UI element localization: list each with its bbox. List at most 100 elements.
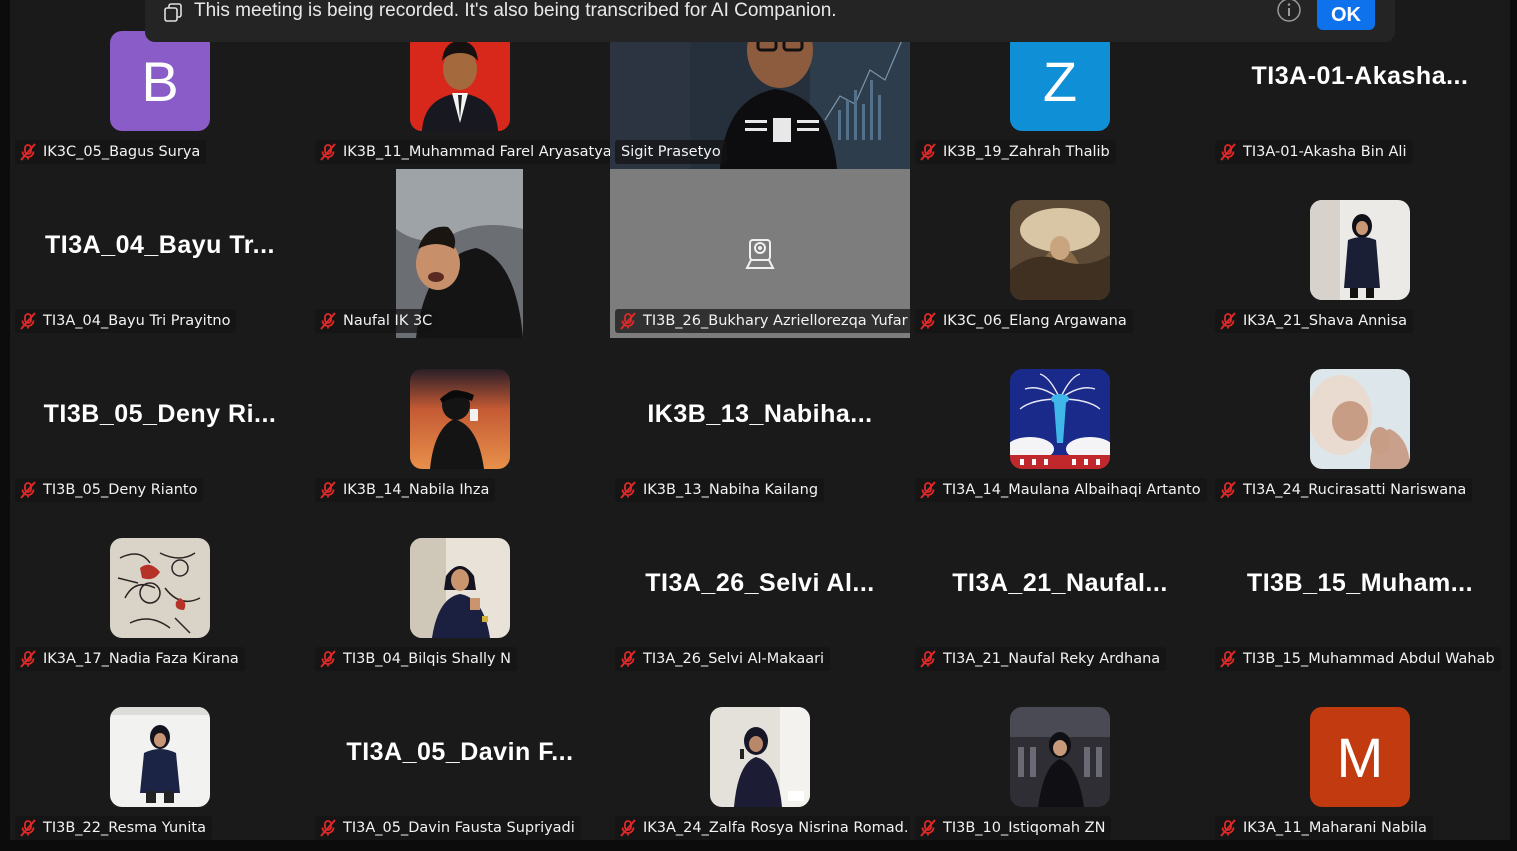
participant-name-label: IK3C_06_Elang Argawana bbox=[915, 309, 1133, 333]
participant-tile[interactable]: TI3B_22_Resma Yunita bbox=[10, 676, 310, 840]
participant-name-label: TI3A_04_Bayu Tri Prayitno bbox=[15, 309, 237, 333]
profile-photo bbox=[410, 538, 510, 638]
participant-display-name: TI3B_15_Muham... bbox=[1246, 569, 1474, 597]
mic-muted-icon bbox=[920, 650, 936, 668]
participant-tile[interactable]: IK3A_21_Shava Annisa bbox=[1210, 169, 1510, 338]
participant-tile[interactable]: M IK3A_11_Maharani Nabila bbox=[1210, 676, 1510, 840]
profile-photo bbox=[1310, 369, 1410, 469]
participant-name-label: IK3A_24_Zalfa Rosya Nisrina Romad... bbox=[615, 816, 910, 840]
info-icon[interactable] bbox=[1277, 0, 1301, 24]
participant-name-label: TI3A_24_Rucirasatti Nariswana bbox=[1215, 478, 1473, 502]
avatar: M bbox=[1310, 707, 1410, 807]
mic-muted-icon bbox=[20, 143, 36, 161]
gallery-view: B IK3C_05_Bagus Surya IK3B_11_Muhammad F… bbox=[10, 0, 1510, 840]
participant-name: IK3C_05_Bagus Surya bbox=[43, 144, 201, 160]
participant-name-label: TI3B_04_Bilqis Shally N bbox=[315, 647, 518, 671]
participant-name-label: TI3B_05_Deny Rianto bbox=[15, 478, 204, 502]
participant-name-label: TI3A_05_Davin Fausta Supriyadi bbox=[315, 816, 581, 840]
mic-muted-icon bbox=[320, 481, 336, 499]
participant-tile[interactable]: TI3A_26_Selvi Al... TI3A_26_Selvi Al-Mak… bbox=[610, 507, 910, 676]
participant-name-label: IK3A_17_Nadia Faza Kirana bbox=[15, 647, 245, 671]
mic-muted-icon bbox=[1220, 650, 1236, 668]
participant-tile[interactable]: IK3A_17_Nadia Faza Kirana bbox=[10, 507, 310, 676]
participant-name: IK3B_11_Muhammad Farel Aryasatya bbox=[343, 144, 610, 160]
profile-photo bbox=[1310, 200, 1410, 300]
participant-name: IK3B_14_Nabila Ihza bbox=[343, 482, 490, 498]
participant-name-label: IK3C_05_Bagus Surya bbox=[15, 140, 207, 164]
participant-name-label: TI3B_15_Muhammad Abdul Wahab bbox=[1215, 647, 1501, 671]
participant-name: TI3A_21_Naufal Reky Ardhana bbox=[943, 651, 1161, 667]
participant-tile[interactable]: TI3B_04_Bilqis Shally N bbox=[310, 507, 610, 676]
participant-name: TI3B_15_Muhammad Abdul Wahab bbox=[1243, 651, 1495, 667]
participant-tile[interactable]: Naufal IK 3C bbox=[310, 169, 610, 338]
participant-tile[interactable]: IK3C_06_Elang Argawana bbox=[910, 169, 1210, 338]
participant-tile[interactable]: TI3B_26_Bukhary Azriellorezqa Yufar bbox=[610, 169, 910, 338]
participant-display-name: IK3B_13_Nabiha... bbox=[647, 400, 873, 428]
camera-off-icon bbox=[745, 239, 775, 269]
participant-name: IK3A_11_Maharani Nabila bbox=[1243, 820, 1427, 836]
ok-button[interactable]: OK bbox=[1317, 0, 1375, 30]
participant-name-label: TI3A-01-Akasha Bin Ali bbox=[1215, 140, 1413, 164]
participant-name: IK3A_24_Zalfa Rosya Nisrina Romad... bbox=[643, 820, 910, 836]
participant-display-name: TI3A_05_Davin F... bbox=[346, 738, 574, 766]
participant-name: Sigit Prasetyo bbox=[621, 144, 721, 160]
participant-tile[interactable]: IK3B_13_Nabiha... IK3B_13_Nabiha Kailang bbox=[610, 338, 910, 507]
participant-name: IK3B_13_Nabiha Kailang bbox=[643, 482, 819, 498]
participant-name: TI3B_26_Bukhary Azriellorezqa Yufar bbox=[643, 313, 908, 329]
mic-muted-icon bbox=[320, 650, 336, 668]
participant-name: TI3A_14_Maulana Albaihaqi Artanto bbox=[943, 482, 1201, 498]
participant-display-name: TI3A_21_Naufal... bbox=[952, 569, 1168, 597]
participant-display-name: TI3A-01-Akasha... bbox=[1251, 62, 1469, 90]
mic-muted-icon bbox=[20, 481, 36, 499]
copy-icon bbox=[164, 3, 182, 22]
participant-name: TI3B_22_Resma Yunita bbox=[43, 820, 206, 836]
participant-name: TI3B_04_Bilqis Shally N bbox=[343, 651, 512, 667]
mic-muted-icon bbox=[20, 650, 36, 668]
participant-name-label: TI3A_14_Maulana Albaihaqi Artanto bbox=[915, 478, 1207, 502]
participant-tile[interactable]: TI3A_04_Bayu Tr... TI3A_04_Bayu Tri Pray… bbox=[10, 169, 310, 338]
participant-name-label: TI3B_26_Bukhary Azriellorezqa Yufar bbox=[615, 309, 910, 333]
participant-name: TI3B_05_Deny Rianto bbox=[43, 482, 198, 498]
participant-name-label: Naufal IK 3C bbox=[315, 309, 439, 333]
mic-muted-icon bbox=[620, 650, 636, 668]
mic-muted-icon bbox=[920, 312, 936, 330]
mic-muted-icon bbox=[320, 819, 336, 837]
mic-muted-icon bbox=[920, 481, 936, 499]
participant-name: TI3A_26_Selvi Al-Makaari bbox=[643, 651, 825, 667]
participant-name-label: TI3B_10_Istiqomah ZN bbox=[915, 816, 1112, 840]
participant-tile[interactable]: TI3B_05_Deny Ri... TI3B_05_Deny Rianto bbox=[10, 338, 310, 507]
participant-name-label: TI3B_22_Resma Yunita bbox=[15, 816, 212, 840]
participant-name-label: IK3B_14_Nabila Ihza bbox=[315, 478, 496, 502]
profile-photo bbox=[1010, 200, 1110, 300]
participant-tile[interactable]: IK3B_14_Nabila Ihza bbox=[310, 338, 610, 507]
participant-name-label: TI3A_21_Naufal Reky Ardhana bbox=[915, 647, 1167, 671]
mic-muted-icon bbox=[620, 481, 636, 499]
participant-tile[interactable]: TI3A_05_Davin F... TI3A_05_Davin Fausta … bbox=[310, 676, 610, 840]
profile-photo bbox=[1010, 369, 1110, 469]
participant-name-label: IK3A_11_Maharani Nabila bbox=[1215, 816, 1433, 840]
profile-photo bbox=[1010, 707, 1110, 807]
mic-muted-icon bbox=[620, 312, 636, 330]
participant-name-label: IK3B_11_Muhammad Farel Aryasatya bbox=[315, 140, 610, 164]
participant-tile[interactable]: TI3B_15_Muham... TI3B_15_Muhammad Abdul … bbox=[1210, 507, 1510, 676]
participant-name-label: Sigit Prasetyo bbox=[615, 140, 727, 164]
participant-name-label: IK3B_13_Nabiha Kailang bbox=[615, 478, 825, 502]
participant-name: IK3C_06_Elang Argawana bbox=[943, 313, 1127, 329]
participant-name-label: IK3B_19_Zahrah Thalib bbox=[915, 140, 1116, 164]
participant-tile[interactable]: TI3A_24_Rucirasatti Nariswana bbox=[1210, 338, 1510, 507]
participant-display-name: TI3A_04_Bayu Tr... bbox=[45, 231, 275, 259]
mic-muted-icon bbox=[1220, 312, 1236, 330]
participant-name: IK3A_21_Shava Annisa bbox=[1243, 313, 1408, 329]
participant-name-label: TI3A_26_Selvi Al-Makaari bbox=[615, 647, 831, 671]
participant-tile[interactable]: IK3A_24_Zalfa Rosya Nisrina Romad... bbox=[610, 676, 910, 840]
participant-name: TI3A_04_Bayu Tri Prayitno bbox=[43, 313, 231, 329]
mic-muted-icon bbox=[1220, 819, 1236, 837]
participant-tile[interactable]: TI3A_21_Naufal... TI3A_21_Naufal Reky Ar… bbox=[910, 507, 1210, 676]
participant-display-name: TI3B_05_Deny Ri... bbox=[43, 400, 277, 428]
mic-muted-icon bbox=[1220, 481, 1236, 499]
recording-notice-text: This meeting is being recorded. It's als… bbox=[194, 0, 837, 21]
mic-muted-icon bbox=[620, 819, 636, 837]
participant-tile[interactable]: TI3B_10_Istiqomah ZN bbox=[910, 676, 1210, 840]
participant-tile[interactable]: TI3A_14_Maulana Albaihaqi Artanto bbox=[910, 338, 1210, 507]
participant-name: TI3A_05_Davin Fausta Supriyadi bbox=[343, 820, 575, 836]
